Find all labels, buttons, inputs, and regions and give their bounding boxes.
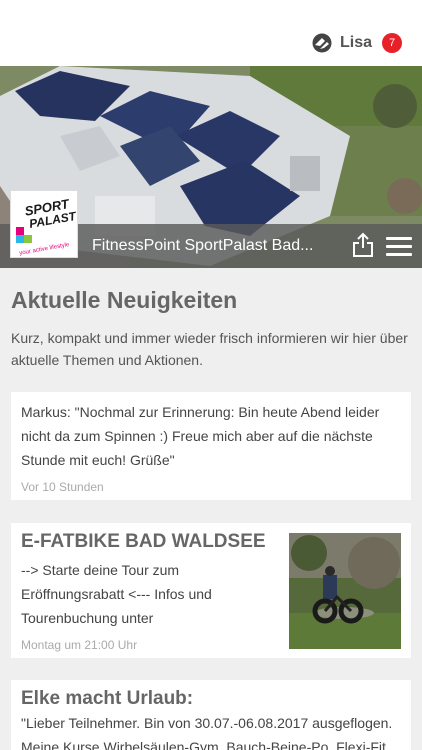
news-message: Markus: "Nochmal zur Erinnerung: Bin heu… bbox=[21, 404, 380, 468]
fatbike-photo bbox=[289, 533, 401, 649]
notification-badge[interactable]: 7 bbox=[382, 33, 402, 53]
news-body: "Lieber Teilnehmer. Bin von 30.07.-06.08… bbox=[21, 711, 411, 750]
studio-logo: SPORT PALAST your active lifestyle bbox=[10, 190, 79, 258]
news-body: --> Starte deine Tour zum Eröffnungsraba… bbox=[21, 562, 212, 626]
section-intro: Kurz, kompakt und immer wieder frisch in… bbox=[11, 330, 408, 368]
share-icon[interactable] bbox=[352, 232, 374, 258]
studio-name: FitnessPoint SportPalast Bad... bbox=[92, 237, 314, 254]
news-timestamp: Montag um 21:00 Uhr bbox=[21, 638, 138, 652]
top-bar: Lisa 7 bbox=[0, 0, 422, 66]
section-title: Aktuelle Neuigkeiten bbox=[11, 287, 238, 313]
news-card[interactable]: Elke macht Urlaub: "Lieber Teilnehmer. B… bbox=[11, 680, 411, 750]
user-account-button[interactable]: Lisa 7 bbox=[312, 33, 402, 53]
news-card[interactable]: Markus: "Nochmal zur Erinnerung: Bin heu… bbox=[11, 392, 411, 500]
svg-text:your active lifestyle: your active lifestyle bbox=[19, 242, 71, 257]
menu-icon[interactable] bbox=[386, 237, 412, 257]
news-timestamp: Vor 10 Stunden bbox=[21, 480, 104, 494]
news-card[interactable]: E-FATBIKE BAD WALDSEE --> Starte deine T… bbox=[11, 523, 411, 658]
news-body-line: Meine Kurse Wirbelsäulen-Gym, Bauch-Bein… bbox=[21, 739, 386, 750]
news-title: Elke macht Urlaub: bbox=[21, 688, 194, 709]
user-name: Lisa bbox=[339, 34, 372, 51]
news-body-line: "Lieber Teilnehmer. Bin von 30.07.-06.08… bbox=[21, 715, 393, 731]
news-title: E-FATBIKE BAD WALDSEE bbox=[21, 531, 266, 552]
app-logo-icon bbox=[312, 33, 332, 53]
